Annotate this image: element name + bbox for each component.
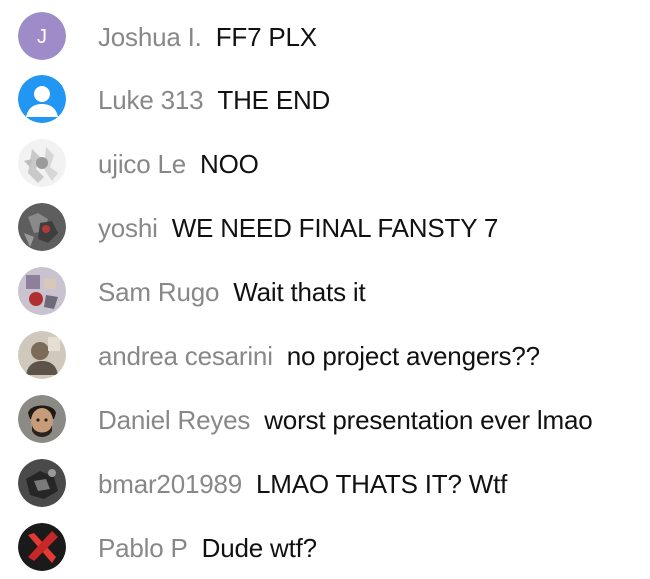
message-line: Daniel Reyes worst presentation ever lmao <box>98 405 593 435</box>
default-user-avatar-icon[interactable] <box>18 75 66 123</box>
author-name[interactable]: Joshua I. <box>98 22 202 52</box>
message-line: bmar201989 LMAO THATS IT? Wtf <box>98 469 507 499</box>
author-name[interactable]: andrea cesarini <box>98 341 273 371</box>
x-logo-avatar-icon[interactable] <box>18 523 66 571</box>
author-name[interactable]: Sam Rugo <box>98 277 219 307</box>
author-name[interactable]: bmar201989 <box>98 469 242 499</box>
message-text: WE NEED FINAL FANSTY 7 <box>171 213 499 243</box>
avatar-initial: J <box>37 26 47 48</box>
message-text: worst presentation ever lmao <box>264 405 593 435</box>
message-line: andrea cesarini no project avengers?? <box>98 341 540 371</box>
message-text: NOO <box>200 149 259 179</box>
photo-avatar-icon[interactable] <box>18 267 66 315</box>
message-line: Sam Rugo Wait thats it <box>98 277 366 307</box>
author-name[interactable]: Luke 313 <box>98 85 204 115</box>
chat-message: Pablo P Dude wtf? <box>0 515 650 579</box>
chat-message: yoshi WE NEED FINAL FANSTY 7 <box>0 195 650 259</box>
author-name[interactable]: ujico Le <box>98 149 186 179</box>
avatar-initial-icon[interactable]: J <box>18 12 66 60</box>
message-line: ujico Le NOO <box>98 149 259 179</box>
author-name[interactable]: yoshi <box>98 213 158 243</box>
chat-message: Sam Rugo Wait thats it <box>0 259 650 323</box>
message-line: Luke 313 THE END <box>98 85 330 115</box>
chat-message: bmar201989 LMAO THATS IT? Wtf <box>0 451 650 515</box>
message-line: Joshua I. FF7 PLX <box>98 22 317 52</box>
message-text: no project avengers?? <box>286 341 540 371</box>
photo-avatar-icon[interactable] <box>18 459 66 507</box>
photo-avatar-icon[interactable] <box>18 331 66 379</box>
live-chat-list: J Joshua I. FF7 PLX Luke 313 THE END uji… <box>0 0 650 578</box>
message-line: yoshi WE NEED FINAL FANSTY 7 <box>98 213 498 243</box>
chat-message: andrea cesarini no project avengers?? <box>0 323 650 387</box>
author-name[interactable]: Daniel Reyes <box>98 405 250 435</box>
message-text: FF7 PLX <box>215 22 317 52</box>
message-text: Wait thats it <box>233 277 366 307</box>
message-text: THE END <box>217 85 331 115</box>
photo-avatar-icon[interactable] <box>18 203 66 251</box>
message-line: Pablo P Dude wtf? <box>98 533 317 563</box>
message-text: Dude wtf? <box>201 533 317 563</box>
chat-message: Luke 313 THE END <box>0 67 650 131</box>
chat-message: ujico Le NOO <box>0 131 650 195</box>
chat-message: Daniel Reyes worst presentation ever lmao <box>0 387 650 451</box>
author-name[interactable]: Pablo P <box>98 533 188 563</box>
message-text: LMAO THATS IT? Wtf <box>256 469 508 499</box>
photo-avatar-icon[interactable] <box>18 139 66 187</box>
photo-avatar-icon[interactable] <box>18 395 66 443</box>
chat-message: J Joshua I. FF7 PLX <box>0 4 650 68</box>
